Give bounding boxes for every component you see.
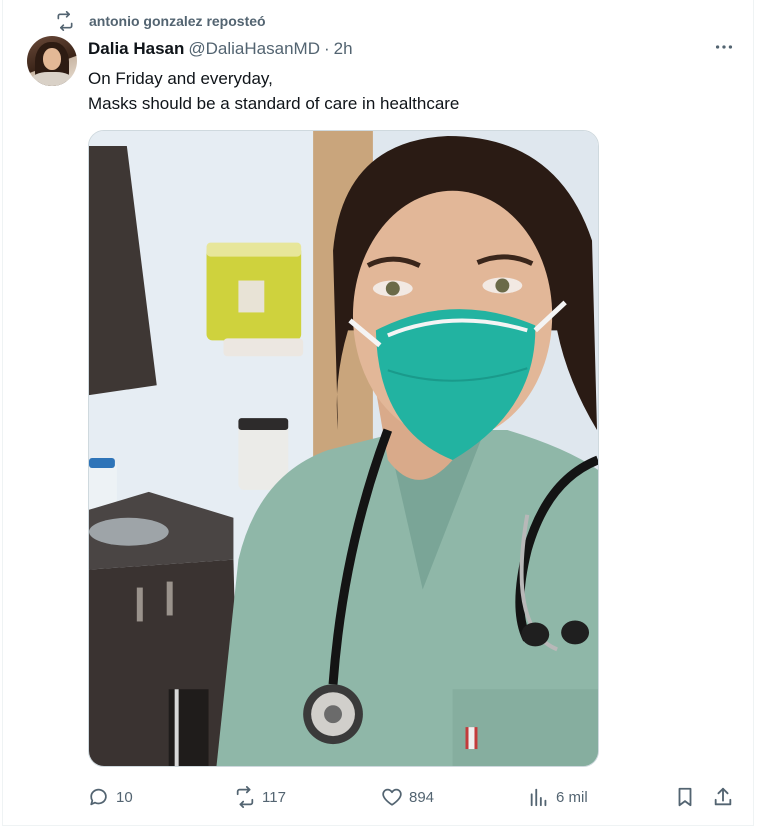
timestamp[interactable]: 2h [334,39,353,59]
repost-indicator[interactable]: antonio gonzalez reposteó [55,10,266,32]
repost-text[interactable]: antonio gonzalez reposteó [89,13,266,29]
share-button[interactable] [712,783,734,811]
photo-nurse-in-n95-mask-icon [89,131,598,766]
more-options-button[interactable] [711,38,737,60]
bookmark-icon [674,786,696,808]
views-count: 6 mil [556,788,588,806]
tweet-photo[interactable] [88,130,599,767]
separator-dot: · [323,39,330,58]
like-button[interactable]: 894 [381,783,434,811]
repost-icon [55,11,75,31]
tweet-text-line: On Friday and everyday, [88,69,273,88]
heart-icon [381,786,403,808]
repost-count: 117 [262,788,286,806]
avatar[interactable] [27,36,77,86]
like-count: 894 [409,788,435,806]
views-chart-icon [528,786,550,808]
share-icon [712,786,734,808]
views-button[interactable]: 6 mil [528,783,588,811]
tweet-header: Dalia Hasan @DaliaHasanMD · 2h [88,38,353,60]
action-bar: 10 117 894 6 mil [88,783,738,811]
more-icon [713,36,735,63]
reply-icon [88,786,110,808]
repost-icon [234,786,256,808]
bookmark-button[interactable] [674,783,696,811]
reply-count: 10 [116,788,133,806]
tweet-text-line: Masks should be a standard of care in he… [88,94,460,113]
repost-button[interactable]: 117 [234,783,286,811]
author-handle[interactable]: @DaliaHasanMD [188,39,320,59]
tweet-card[interactable]: antonio gonzalez reposteó Dalia Hasan @D… [2,0,754,826]
author-name[interactable]: Dalia Hasan [88,39,184,59]
reply-button[interactable]: 10 [88,783,133,811]
tweet-text: On Friday and everyday, Masks should be … [88,66,459,116]
